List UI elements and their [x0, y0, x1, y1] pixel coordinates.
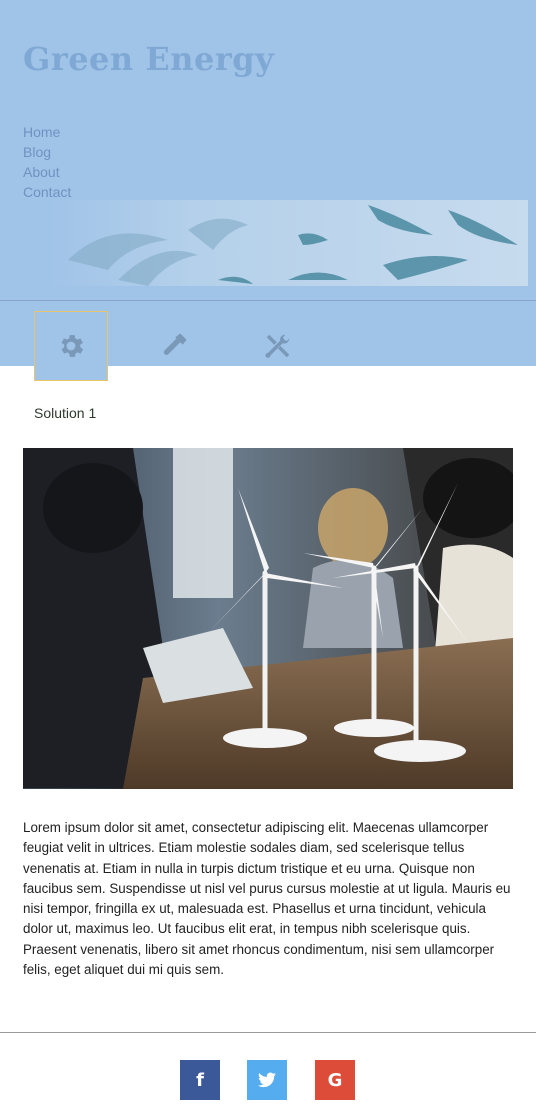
twitter-button[interactable]: [247, 1060, 287, 1100]
google-icon: G: [327, 1069, 343, 1091]
main-nav: Home Blog About Contact: [23, 122, 71, 202]
wind-turbine-photo: [23, 448, 513, 789]
google-button[interactable]: G: [315, 1060, 355, 1100]
site-title[interactable]: Green Energy: [23, 40, 274, 78]
tab-hammer[interactable]: [137, 311, 211, 381]
facebook-icon: f: [196, 1069, 204, 1091]
nav-blog[interactable]: Blog: [23, 142, 71, 162]
site-header: Green Energy Home Blog About Contact: [0, 0, 536, 300]
tools-icon: [265, 334, 290, 358]
nav-contact[interactable]: Contact: [23, 182, 71, 202]
twitter-icon: [258, 1072, 276, 1088]
nav-about[interactable]: About: [23, 162, 71, 182]
tab-settings[interactable]: [34, 311, 108, 381]
gear-icon: [61, 335, 84, 357]
fern-banner-image: [48, 200, 528, 286]
tab-tools[interactable]: [241, 311, 315, 381]
facebook-button[interactable]: f: [180, 1060, 220, 1100]
hammer-icon: [163, 333, 187, 355]
nav-home[interactable]: Home: [23, 122, 71, 142]
footer-divider: [0, 1032, 536, 1033]
tab-label-active: Solution 1: [34, 405, 97, 421]
article-text: Lorem ipsum dolor sit amet, consectetur …: [23, 820, 511, 978]
solution-tabs: [0, 301, 536, 381]
